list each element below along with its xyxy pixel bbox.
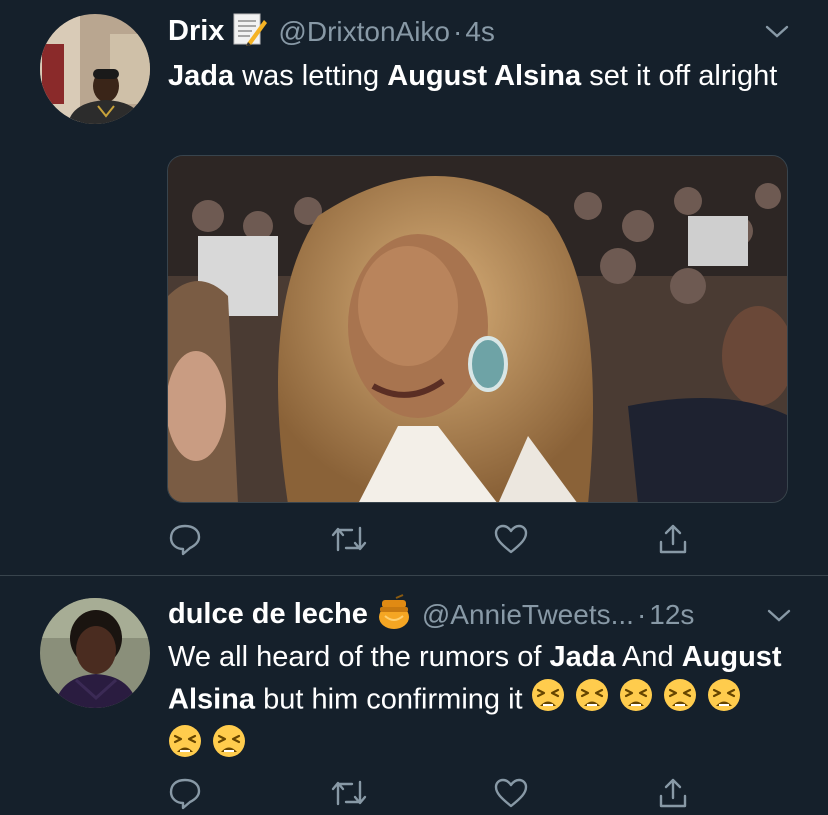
tired-face-emoji-icon — [212, 724, 246, 770]
tweet-text-segment: but him confirming it — [255, 683, 531, 716]
chevron-down-icon[interactable] — [766, 608, 792, 629]
tweet-text-segment: was letting — [234, 60, 388, 92]
tweet[interactable]: dulce de leche @AnnieTweets... · 12s We … — [0, 576, 828, 810]
tweet-media-gif[interactable] — [167, 155, 788, 503]
tweet-text-segment: set it off alright — [581, 60, 778, 92]
display-name[interactable]: Drix — [168, 15, 224, 48]
tired-face-emoji-icon — [575, 678, 609, 724]
mention-text: Jada — [168, 60, 235, 92]
mention-text: August Alsina — [387, 60, 582, 92]
tired-face-emoji-icon — [531, 678, 565, 724]
reply-icon[interactable] — [168, 522, 202, 561]
avatar[interactable] — [40, 598, 150, 708]
mention-text: Jada — [549, 641, 616, 673]
tweet-header: Drix @DrixtonAiko · 4s — [168, 12, 495, 51]
tired-face-emoji-icon — [619, 678, 653, 724]
user-handle[interactable]: @DrixtonAiko — [278, 16, 450, 48]
timestamp[interactable]: 12s — [649, 599, 694, 631]
user-handle[interactable]: @AnnieTweets... — [422, 599, 634, 631]
retweet-icon[interactable] — [330, 778, 368, 813]
tweet-text: Jada was letting August Alsina set it of… — [168, 55, 783, 97]
avatar[interactable] — [40, 14, 150, 124]
like-icon[interactable] — [494, 778, 528, 813]
memo-emoji-icon — [232, 12, 268, 51]
retweet-icon[interactable] — [330, 524, 368, 559]
tired-face-emoji-icon — [707, 678, 741, 724]
display-name[interactable]: dulce de leche — [168, 598, 368, 631]
honey-pot-emoji-icon — [376, 594, 412, 635]
timestamp[interactable]: 4s — [465, 16, 495, 48]
reply-icon[interactable] — [168, 776, 202, 815]
tweet[interactable]: Drix @DrixtonAiko · 4s Jada was letting … — [0, 0, 828, 575]
tired-face-emoji-icon — [663, 678, 697, 724]
tired-face-emoji-icon — [168, 724, 202, 770]
chevron-down-icon[interactable] — [764, 24, 790, 45]
tweet-text: We all heard of the rumors of Jada And A… — [168, 636, 783, 770]
tweet-text-segment: We all heard of the rumors of — [168, 641, 550, 673]
share-icon[interactable] — [656, 776, 690, 815]
separator-dot: · — [453, 15, 463, 47]
tweet-text-segment: And — [615, 641, 682, 673]
share-icon[interactable] — [656, 522, 690, 561]
like-icon[interactable] — [494, 524, 528, 559]
tweet-header: dulce de leche @AnnieTweets... · 12s — [168, 594, 694, 635]
separator-dot: · — [636, 598, 647, 630]
